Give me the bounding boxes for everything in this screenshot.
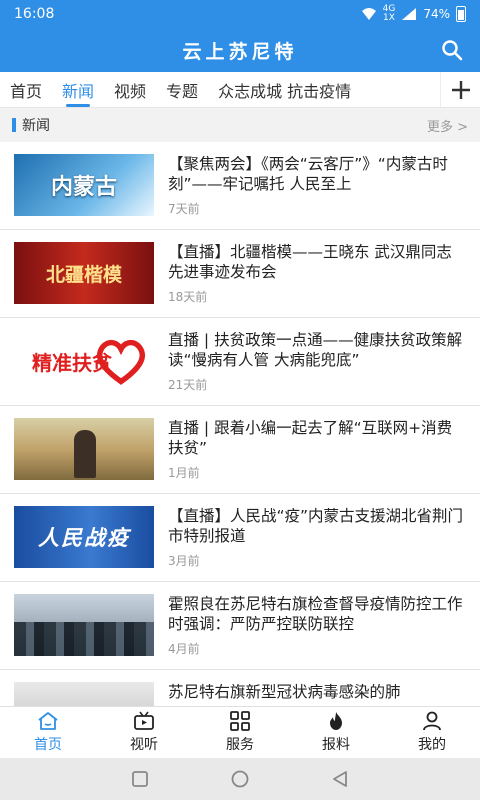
section-header: 新闻 更多 >: [0, 108, 480, 142]
nav-services[interactable]: 服务: [192, 707, 288, 758]
news-time: 7天前: [168, 202, 200, 216]
status-icons: 4G 1X 74%: [361, 5, 466, 23]
home-icon: [38, 712, 58, 730]
news-thumbnail: [14, 594, 154, 656]
more-link[interactable]: 更多 >: [427, 116, 468, 135]
nav-label: 视听: [130, 737, 158, 753]
news-title: 【聚焦两会】《两会“云客厅”》“内蒙古时刻”——牢记嘱托 人民至上: [168, 155, 448, 193]
category-tabs: 首页 新闻 视频 专题 众志成城 抗击疫情: [0, 72, 480, 108]
nav-label: 报料: [322, 737, 350, 753]
news-thumbnail: [14, 418, 154, 480]
nav-profile[interactable]: 我的: [384, 707, 480, 758]
news-thumbnail: 北疆楷模: [14, 242, 154, 304]
news-time: 21天前: [168, 378, 208, 392]
news-title: 直播 | 跟着小编一起去了解“互联网+消费扶贫”: [168, 419, 453, 457]
plus-icon: [451, 80, 470, 99]
system-nav-bar: [0, 758, 480, 800]
tab-list: 首页 新闻 视频 专题 众志成城 抗击疫情: [0, 72, 440, 107]
thumbnail-text: 人民战疫: [38, 526, 130, 550]
wifi-icon: [361, 8, 376, 20]
flame-icon: [330, 712, 342, 730]
bottom-nav: 首页 视听 服务 报料 我的: [0, 706, 480, 758]
status-time: 16:08: [14, 6, 55, 22]
person-icon: [423, 711, 441, 731]
news-item[interactable]: 直播 | 跟着小编一起去了解“互联网+消费扶贫” 1月前: [0, 406, 480, 494]
nav-label: 首页: [34, 737, 62, 753]
battery-percent: 74%: [423, 7, 450, 21]
back-icon[interactable]: [329, 768, 351, 790]
nav-home[interactable]: 首页: [0, 707, 96, 758]
news-title: 【直播】北疆楷模——王晓东 武汉鼎同志先进事迹发布会: [168, 243, 452, 281]
network-type: 4G 1X: [382, 4, 396, 23]
news-time: 18天前: [168, 290, 208, 304]
news-item[interactable]: 苏尼特右旗新型冠状病毒感染的肺: [0, 670, 480, 706]
section-accent-bar: [12, 118, 16, 132]
app-title: 云上苏尼特: [182, 40, 298, 63]
news-item[interactable]: 北疆楷模 【直播】北疆楷模——王晓东 武汉鼎同志先进事迹发布会 18天前: [0, 230, 480, 318]
nav-label: 我的: [418, 737, 446, 753]
news-title: 直播 | 扶贫政策一点通——健康扶贫政策解读“慢病有人管 大病能兜底”: [168, 331, 463, 369]
news-title: 苏尼特右旗新型冠状病毒感染的肺: [168, 683, 401, 701]
nav-report[interactable]: 报料: [288, 707, 384, 758]
thumbnail-text: 北疆楷模: [45, 263, 122, 286]
news-thumbnail: 精准扶贫: [14, 330, 154, 392]
signal-icon: [402, 8, 417, 20]
news-list: 内蒙古 【聚焦两会】《两会“云客厅”》“内蒙古时刻”——牢记嘱托 人民至上 7天…: [0, 142, 480, 706]
section-title: 新闻: [22, 118, 50, 134]
tab-epidemic[interactable]: 众志成城 抗击疫情: [208, 72, 361, 107]
grid-icon: [230, 711, 250, 731]
home-circle-icon[interactable]: [229, 768, 251, 790]
tab-news[interactable]: 新闻: [52, 72, 104, 107]
add-tab-button[interactable]: [440, 72, 480, 107]
news-time: 4月前: [168, 642, 200, 656]
tv-icon: [134, 711, 154, 730]
news-time: 3月前: [168, 554, 200, 568]
nav-label: 服务: [226, 737, 254, 753]
tab-video[interactable]: 视频: [104, 72, 156, 107]
news-item[interactable]: 精准扶贫 直播 | 扶贫政策一点通——健康扶贫政策解读“慢病有人管 大病能兜底”…: [0, 318, 480, 406]
news-thumbnail: 内蒙古: [14, 154, 154, 216]
app-header: 云上苏尼特: [0, 28, 480, 72]
news-time: 1月前: [168, 466, 200, 480]
thumbnail-text: 内蒙古: [50, 174, 117, 200]
news-item[interactable]: 内蒙古 【聚焦两会】《两会“云客厅”》“内蒙古时刻”——牢记嘱托 人民至上 7天…: [0, 142, 480, 230]
battery-icon: [456, 6, 466, 22]
news-item[interactable]: 霍照良在苏尼特右旗检查督导疫情防控工作时强调：严防严控联防联控 4月前: [0, 582, 480, 670]
news-title: 霍照良在苏尼特右旗检查督导疫情防控工作时强调：严防严控联防联控: [168, 595, 463, 633]
news-thumbnail: 人民战疫: [14, 506, 154, 568]
thumbnail-figure: [74, 430, 96, 478]
heart-icon: [97, 339, 145, 385]
news-title: 【直播】人民战“疫”内蒙古支援湖北省荆门市特别报道: [168, 507, 464, 545]
news-thumbnail: [14, 682, 154, 706]
status-bar: 16:08 4G 1X 74%: [0, 0, 480, 28]
thumbnail-crowd: [14, 622, 154, 656]
tab-topics[interactable]: 专题: [156, 72, 208, 107]
recents-icon[interactable]: [129, 768, 151, 790]
search-icon[interactable]: [440, 38, 464, 62]
nav-media[interactable]: 视听: [96, 707, 192, 758]
news-item[interactable]: 人民战疫 【直播】人民战“疫”内蒙古支援湖北省荆门市特别报道 3月前: [0, 494, 480, 582]
tab-home[interactable]: 首页: [0, 72, 52, 107]
